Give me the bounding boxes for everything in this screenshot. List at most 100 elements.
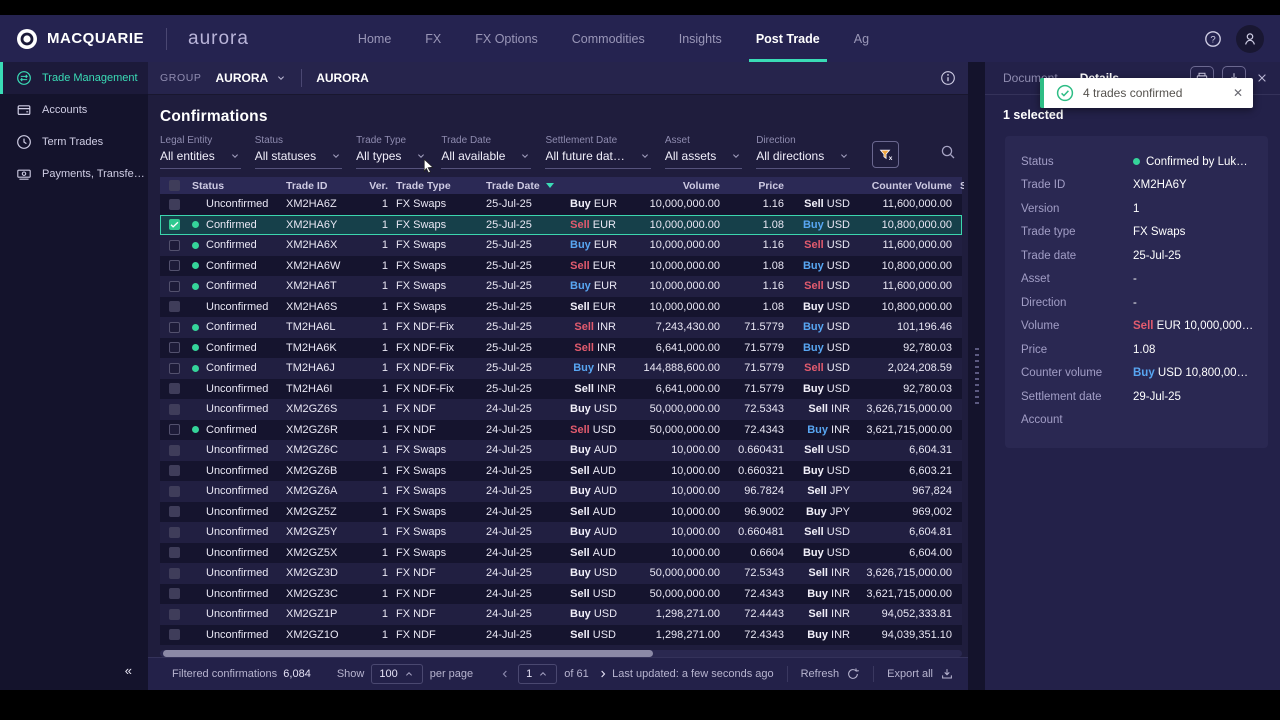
price-cell: 96.7824 (724, 485, 788, 497)
table-row[interactable]: UnconfirmedXM2GZ5X1FX Swaps24-Jul-25Sell… (160, 543, 962, 564)
trade-date-cell: 25-Jul-25 (482, 260, 566, 272)
nav-item-insights[interactable]: Insights (662, 15, 739, 62)
table-row[interactable]: UnconfirmedXM2GZ6A1FX Swaps24-Jul-25Buy … (160, 481, 962, 502)
table-row[interactable]: UnconfirmedXM2GZ5Y1FX Swaps24-Jul-25Buy … (160, 522, 962, 543)
table-row[interactable]: ConfirmedTM2HA6J1FX NDF-Fix25-Jul-25Buy … (160, 358, 962, 379)
filter-direction[interactable]: DirectionAll directions (756, 135, 850, 169)
col-version[interactable]: Ver. (362, 180, 392, 192)
nav-item-ag[interactable]: Ag (837, 15, 886, 62)
refresh-button[interactable]: Refresh (801, 667, 861, 681)
table-row[interactable]: ConfirmedTM2HA6K1FX NDF-Fix25-Jul-25Sell… (160, 338, 962, 359)
table-row[interactable]: UnconfirmedTM2HA6I1FX NDF-Fix25-Jul-25Se… (160, 379, 962, 400)
divider (301, 69, 302, 87)
sidebar-item-accounts[interactable]: Accounts (0, 94, 148, 126)
direction-label: Sell (570, 547, 590, 559)
next-page-button[interactable] (597, 668, 609, 680)
row-checkbox[interactable] (169, 199, 180, 210)
row-checkbox[interactable] (169, 363, 180, 374)
scrollbar-thumb[interactable] (163, 650, 653, 657)
table-row[interactable]: ConfirmedXM2GZ6R1FX NDF24-Jul-25Sell USD… (160, 420, 962, 441)
row-checkbox[interactable] (169, 547, 180, 558)
toast-close-button[interactable]: ✕ (1233, 86, 1243, 100)
table-row[interactable]: UnconfirmedXM2GZ1P1FX NDF24-Jul-25Buy US… (160, 604, 962, 625)
table-row[interactable]: UnconfirmedXM2GZ6S1FX NDF24-Jul-25Buy US… (160, 399, 962, 420)
row-checkbox[interactable] (169, 629, 180, 640)
col-trade-type[interactable]: Trade Type (392, 180, 482, 192)
close-panel-icon[interactable] (1256, 72, 1268, 84)
row-checkbox[interactable] (169, 609, 180, 620)
table-row[interactable]: UnconfirmedXM2GZ3D1FX NDF24-Jul-25Buy US… (160, 563, 962, 584)
nav-item-home[interactable]: Home (341, 15, 408, 62)
page-number-input[interactable]: 1 (518, 664, 557, 684)
table-row[interactable]: UnconfirmedXM2GZ3C1FX NDF24-Jul-25Sell U… (160, 584, 962, 605)
table-row[interactable]: UnconfirmedXM2HA6Z1FX Swaps25-Jul-25Buy … (160, 194, 962, 215)
table-row[interactable]: ConfirmedXM2HA6W1FX Swaps25-Jul-25Sell E… (160, 256, 962, 277)
table-row[interactable]: ConfirmedXM2HA6T1FX Swaps25-Jul-25Buy EU… (160, 276, 962, 297)
table-row[interactable]: ConfirmedTM2HA6L1FX NDF-Fix25-Jul-25Sell… (160, 317, 962, 338)
row-checkbox[interactable] (169, 445, 180, 456)
table-row[interactable]: UnconfirmedXM2GZ1O1FX NDF24-Jul-25Sell U… (160, 625, 962, 646)
group-select[interactable]: AURORA (216, 71, 288, 85)
user-avatar[interactable] (1236, 25, 1264, 53)
header-checkbox[interactable] (169, 180, 180, 191)
row-checkbox[interactable] (169, 424, 180, 435)
table-row[interactable]: ConfirmedXM2HA6X1FX Swaps25-Jul-25Buy EU… (160, 235, 962, 256)
row-checkbox[interactable] (169, 527, 180, 538)
filter-legal-entity[interactable]: Legal EntityAll entities (160, 135, 241, 169)
sidebar-item-term-trades[interactable]: Term Trades (0, 126, 148, 158)
filter-trade-type[interactable]: Trade TypeAll types (356, 135, 427, 169)
prev-page-button[interactable] (499, 668, 511, 680)
row-checkbox[interactable] (169, 240, 180, 251)
row-checkbox[interactable] (169, 342, 180, 353)
filter-settlement-date[interactable]: Settlement DateAll future dat… (545, 135, 650, 169)
row-checkbox[interactable] (169, 383, 180, 394)
table-row[interactable]: UnconfirmedXM2GZ5Z1FX Swaps24-Jul-25Sell… (160, 502, 962, 523)
filter-asset[interactable]: AssetAll assets (665, 135, 742, 169)
row-checkbox[interactable] (169, 404, 180, 415)
volume-cell: 50,000,000.00 (620, 567, 724, 579)
sidebar-item-payments-transfers[interactable]: Payments, Transfers & … (0, 158, 148, 190)
row-checkbox[interactable] (169, 465, 180, 476)
row-checkbox[interactable] (169, 506, 180, 517)
nav-item-post-trade[interactable]: Post Trade (739, 15, 837, 62)
nav-item-commodities[interactable]: Commodities (555, 15, 662, 62)
row-checkbox[interactable] (169, 322, 180, 333)
panel-resize-handle[interactable] (968, 62, 985, 690)
col-counter-volume[interactable]: Counter Volume (854, 180, 956, 192)
detail-label: Counter volume (1021, 367, 1133, 379)
row-checkbox[interactable] (169, 568, 180, 579)
row-checkbox[interactable] (169, 281, 180, 292)
table-row[interactable]: UnconfirmedXM2GZ6C1FX Swaps24-Jul-25Buy … (160, 440, 962, 461)
table-row[interactable]: ConfirmedXM2HA6Y1FX Swaps25-Jul-25Sell E… (160, 215, 962, 236)
row-checkbox[interactable] (169, 486, 180, 497)
export-all-button[interactable]: Export all (887, 667, 954, 681)
nav-item-fx[interactable]: FX (408, 15, 458, 62)
horizontal-scrollbar[interactable] (160, 650, 962, 657)
direction-label: Buy (806, 506, 827, 518)
col-trade-date[interactable]: Trade Date (482, 180, 566, 192)
collapse-sidebar-button[interactable]: « (125, 663, 132, 678)
filter-status[interactable]: StatusAll statuses (255, 135, 342, 169)
select-all-checkbox[interactable] (160, 180, 188, 192)
table-row[interactable]: UnconfirmedXM2HA6S1FX Swaps25-Jul-25Sell… (160, 297, 962, 318)
row-checkbox[interactable] (169, 588, 180, 599)
nav-item-fx-options[interactable]: FX Options (458, 15, 555, 62)
filter-trade-date[interactable]: Trade DateAll available (441, 135, 531, 169)
sidebar-item-trade-management[interactable]: Trade Management (0, 62, 148, 94)
col-status[interactable]: Status (188, 180, 282, 192)
direction-label: Sell (808, 567, 828, 579)
col-cutoff[interactable]: S (956, 180, 964, 192)
row-checkbox[interactable] (169, 219, 180, 230)
info-icon[interactable] (940, 70, 956, 86)
row-checkbox[interactable] (169, 301, 180, 312)
page-size-select[interactable]: 100 (371, 664, 422, 684)
col-volume[interactable]: Volume (620, 180, 724, 192)
clear-filters-button[interactable]: x (872, 141, 899, 168)
col-trade-id[interactable]: Trade ID (282, 180, 362, 192)
row-checkbox[interactable] (169, 260, 180, 271)
table-row[interactable]: UnconfirmedXM2GZ6B1FX Swaps24-Jul-25Sell… (160, 461, 962, 482)
col-price[interactable]: Price (724, 180, 788, 192)
help-icon[interactable]: ? (1204, 30, 1222, 48)
search-icon[interactable] (940, 144, 956, 160)
trade-id-cell: XM2GZ6A (282, 485, 362, 497)
